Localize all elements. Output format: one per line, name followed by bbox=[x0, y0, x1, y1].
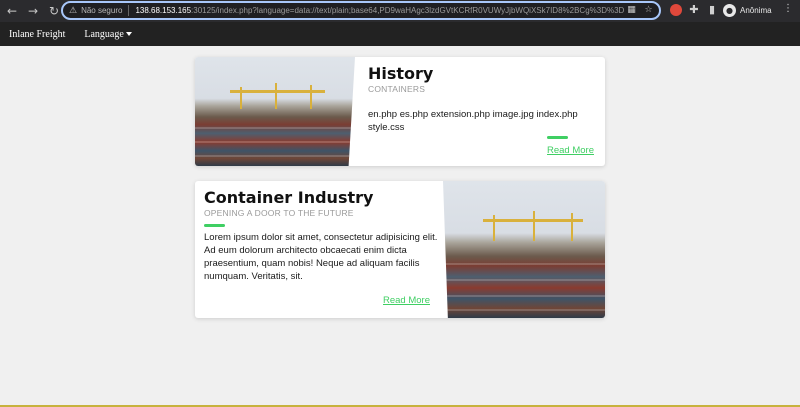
card-body: en.php es.php extension.php image.jpg in… bbox=[368, 109, 578, 133]
read-more-link[interactable]: Read More bbox=[547, 145, 594, 156]
history-card: History CONTAINERS en.php es.php extensi… bbox=[195, 57, 605, 166]
language-label: Language bbox=[84, 28, 124, 40]
card-title: History bbox=[368, 64, 434, 83]
read-more-link[interactable]: Read More bbox=[383, 295, 430, 306]
card-title: Container Industry bbox=[204, 188, 374, 207]
industry-content: Container Industry OPENING A DOOR TO THE… bbox=[204, 188, 442, 283]
card-body: Lorem ipsum dolor sit amet, consectetur … bbox=[204, 232, 438, 282]
accent-bar bbox=[547, 136, 568, 139]
caret-down-icon bbox=[125, 32, 132, 37]
warning-icon: ⚠ bbox=[69, 5, 78, 16]
star-icon[interactable]: ☆ bbox=[643, 5, 654, 16]
divider bbox=[128, 5, 130, 16]
url-host: 138.68.153.165 bbox=[135, 6, 192, 15]
language-dropdown[interactable]: Language bbox=[84, 28, 132, 40]
card-subtitle: CONTAINERS bbox=[368, 84, 426, 94]
insecure-label: Não seguro bbox=[81, 6, 123, 15]
forward-icon[interactable]: → bbox=[24, 2, 42, 20]
container-industry-card: Container Industry OPENING A DOOR TO THE… bbox=[195, 181, 605, 318]
back-icon[interactable]: ← bbox=[3, 2, 21, 20]
browser-toolbar: ← → ↻ ⚠ Não seguro 138.68.153.165:30125/… bbox=[0, 0, 800, 22]
site-navbar: Inlane Freight Language bbox=[0, 22, 800, 46]
container-port-image bbox=[443, 181, 605, 318]
brand-link[interactable]: Inlane Freight bbox=[9, 29, 65, 40]
accent-bar bbox=[204, 224, 225, 227]
omnibox-actions: ▦ ☆ bbox=[626, 5, 654, 16]
container-port-image bbox=[195, 57, 355, 166]
qr-code-icon[interactable]: ▦ bbox=[626, 5, 637, 16]
extensions-icon[interactable]: ✚ bbox=[686, 2, 702, 18]
card-subtitle: OPENING A DOOR TO THE FUTURE bbox=[204, 208, 354, 218]
history-content: History CONTAINERS en.php es.php extensi… bbox=[368, 64, 598, 134]
profile-button[interactable]: ● Anônima bbox=[723, 2, 772, 18]
side-panel-icon[interactable]: ▮ bbox=[704, 2, 720, 18]
address-bar[interactable]: ⚠ Não seguro 138.68.153.165:30125/index.… bbox=[61, 1, 661, 20]
menu-icon[interactable]: ⋮ bbox=[783, 3, 793, 14]
profile-label: Anônima bbox=[740, 5, 772, 15]
url-path: :30125/index.php?language=data://text/pl… bbox=[191, 6, 625, 15]
incognito-icon: ● bbox=[723, 3, 736, 17]
extension-red-icon[interactable] bbox=[668, 2, 684, 18]
